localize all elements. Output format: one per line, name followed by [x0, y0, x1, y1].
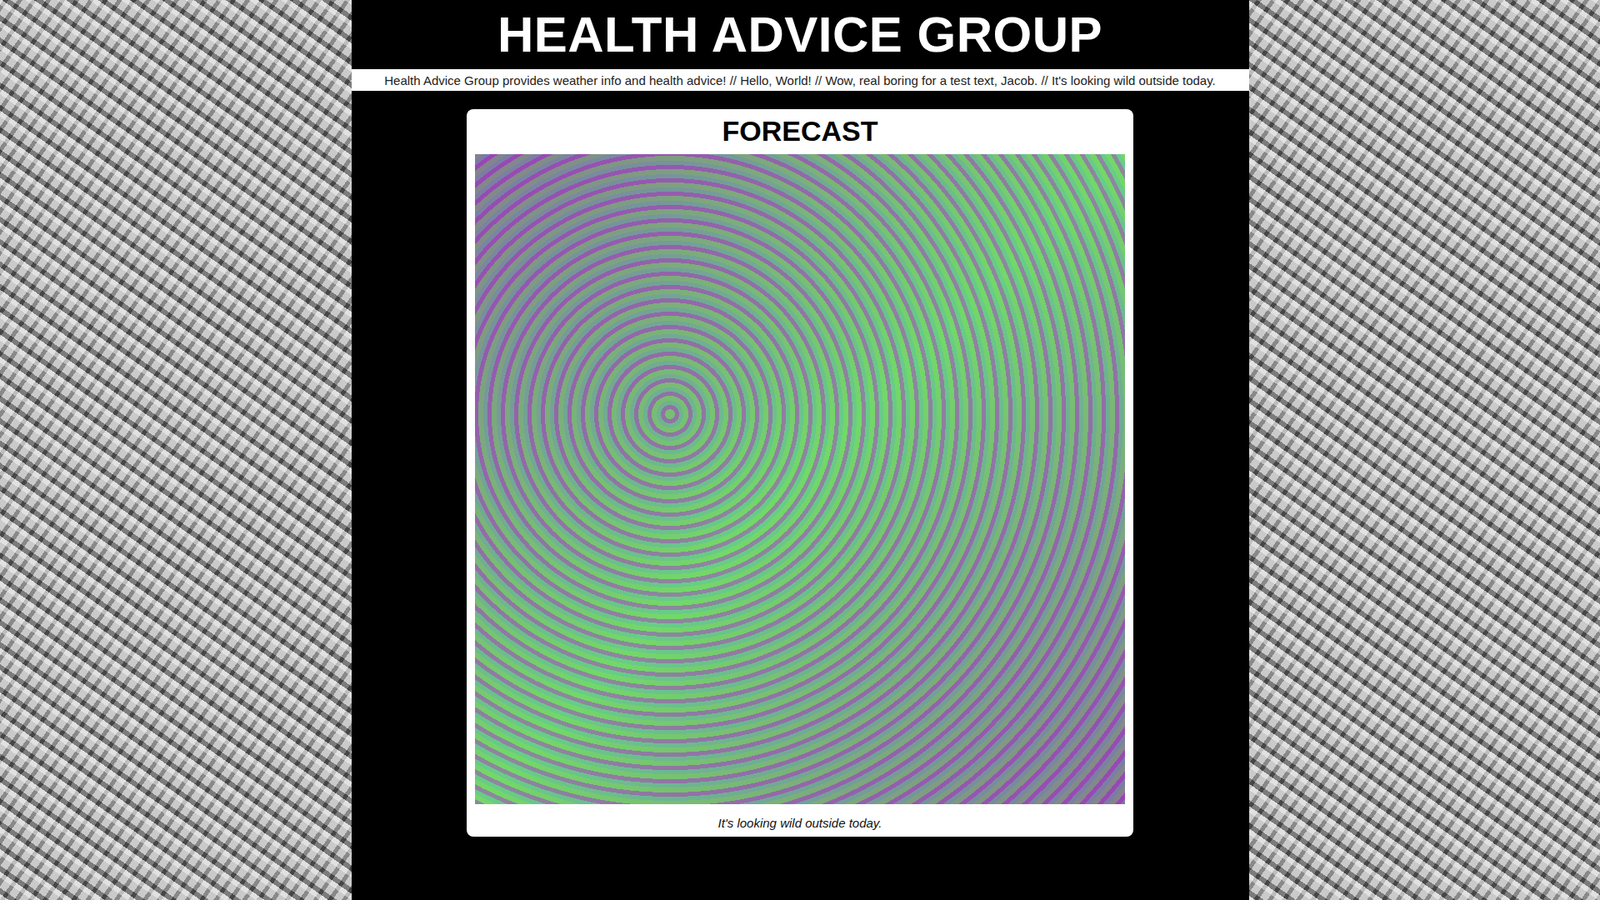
site-title: HEALTH ADVICE GROUP [497, 5, 1103, 65]
ticker-text: Health Advice Group provides weather inf… [384, 73, 1216, 88]
forecast-caption: It's looking wild outside today. [718, 815, 883, 830]
news-ticker: Health Advice Group provides weather inf… [351, 69, 1250, 91]
site-header: HEALTH ADVICE GROUP [351, 0, 1250, 70]
page: HEALTH ADVICE GROUP Health Advice Group … [0, 0, 1600, 900]
main-column: HEALTH ADVICE GROUP Health Advice Group … [351, 0, 1250, 900]
forecast-image [475, 154, 1125, 805]
forecast-card: FORECAST It's looking wild outside today… [466, 109, 1134, 837]
forecast-title: FORECAST [722, 114, 879, 148]
